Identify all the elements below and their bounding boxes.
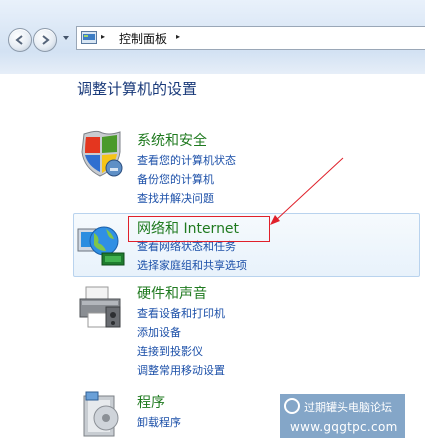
category-system-security[interactable]: 系统和安全 [137, 130, 207, 150]
watermark-logo-icon [284, 398, 300, 414]
link-troubleshoot[interactable]: 查找并解决问题 [137, 190, 214, 206]
address-bar[interactable]: ▸ 控制面板 ▸ [76, 26, 425, 50]
breadcrumb-separator[interactable]: ▸ [176, 32, 180, 41]
breadcrumb-separator[interactable]: ▸ [101, 32, 105, 41]
printer-icon[interactable] [78, 283, 128, 333]
link-uninstall-program[interactable]: 卸载程序 [137, 414, 181, 430]
watermark: 过期罐头电脑论坛 www.gqgtpc.com [280, 394, 405, 438]
forward-button[interactable] [33, 28, 57, 52]
link-connect-projector[interactable]: 连接到投影仪 [137, 343, 203, 359]
control-panel-icon [81, 31, 97, 44]
link-view-computer-status[interactable]: 查看您的计算机状态 [137, 152, 236, 168]
forward-arrow-icon [42, 35, 50, 45]
annotation-highlight-box [128, 216, 270, 242]
shield-icon[interactable] [78, 130, 128, 180]
watermark-name: 过期罐头电脑论坛 [304, 401, 392, 414]
category-programs[interactable]: 程序 [137, 392, 165, 412]
link-homegroup-sharing[interactable]: 选择家庭组和共享选项 [137, 257, 247, 273]
back-arrow-icon [15, 35, 23, 45]
link-backup-computer[interactable]: 备份您的计算机 [137, 171, 214, 187]
page-title: 调整计算机的设置 [77, 80, 198, 98]
breadcrumb-control-panel[interactable]: 控制面板 [119, 30, 167, 47]
recent-pages-chevron-icon[interactable] [63, 36, 69, 40]
link-devices-printers[interactable]: 查看设备和打印机 [137, 305, 225, 321]
programs-icon[interactable] [80, 390, 126, 440]
back-button[interactable] [8, 28, 32, 52]
link-add-device[interactable]: 添加设备 [137, 324, 181, 340]
network-globe-icon[interactable] [76, 219, 126, 269]
navigation-bar: ▸ 控制面板 ▸ [0, 0, 425, 74]
annotation-arrow-icon [270, 157, 344, 225]
link-mobility-settings[interactable]: 调整常用移动设置 [137, 362, 225, 378]
watermark-url: www.gqgtpc.com [290, 420, 398, 434]
category-hardware-sound[interactable]: 硬件和声音 [137, 283, 207, 303]
